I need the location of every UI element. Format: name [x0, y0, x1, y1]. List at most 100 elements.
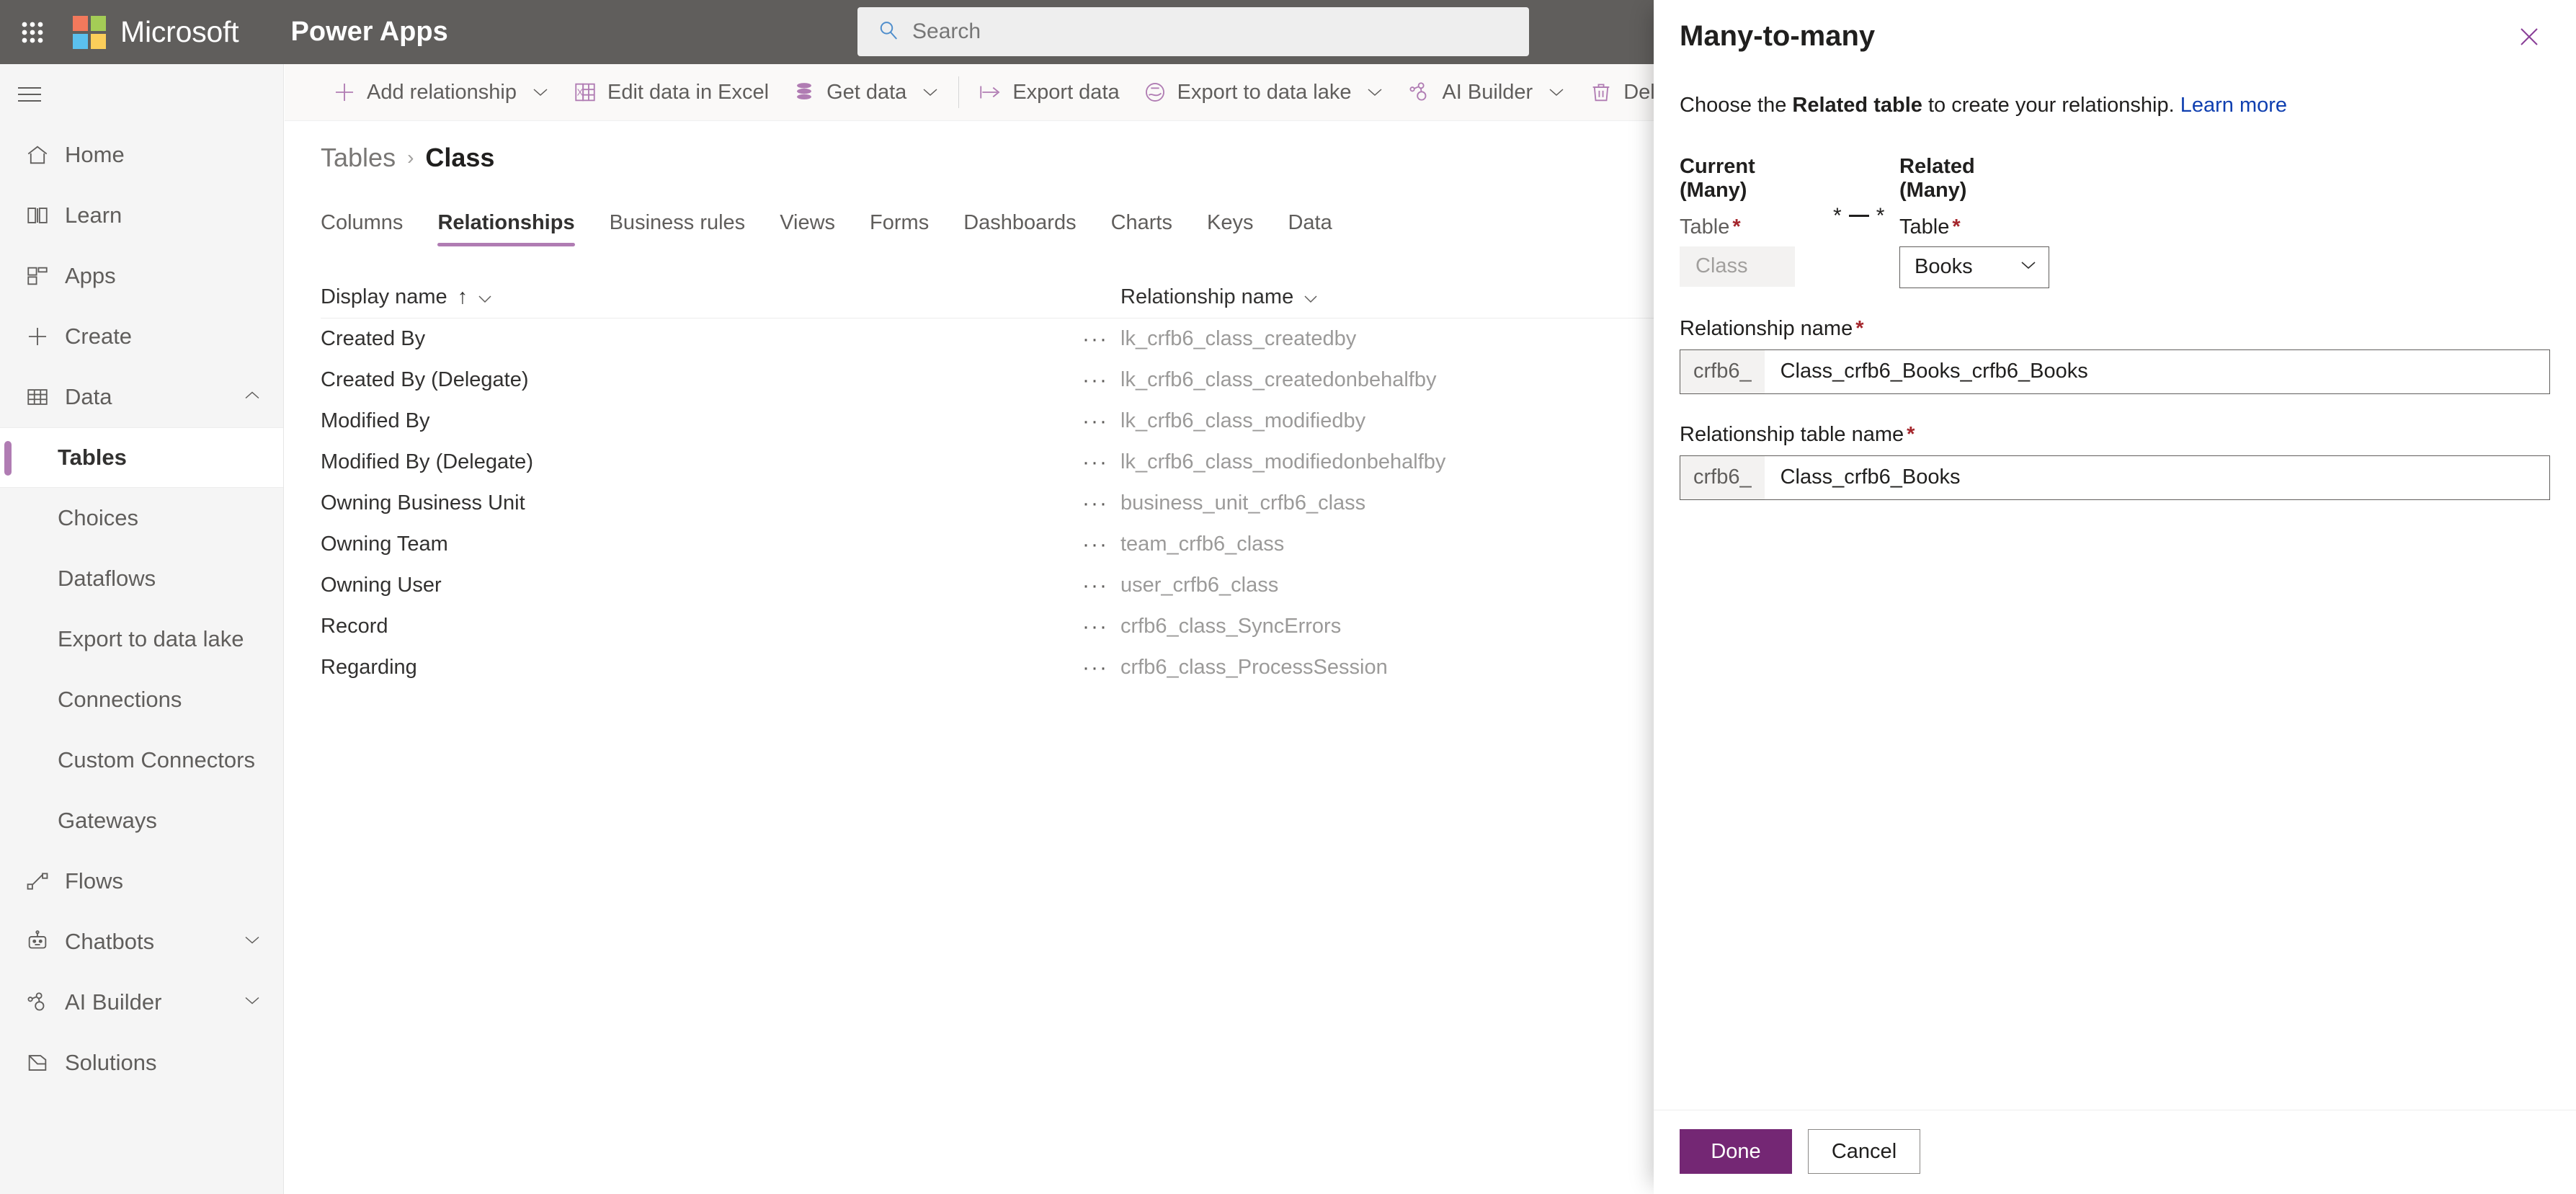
sidebar-item-flows[interactable]: Flows	[0, 851, 283, 912]
chevron-down-icon[interactable]	[1543, 86, 1566, 98]
sidebar-item-label: AI Builder	[65, 989, 162, 1015]
required-asterisk: *	[1855, 316, 1864, 340]
cell-display-name: Owning User	[321, 574, 442, 597]
book-icon	[17, 203, 58, 228]
sidebar-item-label: Create	[65, 324, 133, 349]
chevron-down-icon[interactable]	[243, 935, 262, 950]
many-to-many-panel: Many-to-many Choose the Related table to…	[1654, 0, 2576, 1194]
sidebar-item-label: Home	[65, 142, 125, 167]
chevron-down-icon[interactable]	[527, 86, 550, 98]
page-title: Class	[425, 143, 495, 172]
cell-relationship-name: lk_crfb6_class_modifiedby	[1120, 409, 1366, 432]
command-ai-builder[interactable]: AI Builder	[1396, 64, 1577, 120]
sidebar-selection-indicator	[4, 441, 12, 476]
row-overflow-menu-icon[interactable]: ···	[1082, 368, 1108, 392]
sidebar-item-ai-builder[interactable]: AI Builder	[0, 972, 283, 1033]
global-search[interactable]: Search	[857, 7, 1529, 56]
sidebar-item-learn[interactable]: Learn	[0, 185, 283, 246]
sidebar-item-label: Choices	[58, 505, 138, 530]
plus-icon	[17, 324, 58, 349]
command-get-data[interactable]: Get data	[780, 64, 951, 120]
related-table-dropdown[interactable]: Books	[1899, 246, 2049, 288]
relationship-name-label-text: Relationship name	[1680, 316, 1853, 340]
relationship-name-label: Relationship name *	[1680, 317, 2550, 341]
current-many-column: Current (Many) Table * Class	[1680, 155, 1827, 288]
chevron-up-icon[interactable]	[243, 390, 262, 405]
cell-relationship-name: lk_crfb6_class_createdby	[1120, 327, 1357, 350]
required-asterisk: *	[1952, 215, 1961, 239]
required-asterisk: *	[1732, 215, 1741, 239]
sidebar-item-choices[interactable]: Choices	[0, 488, 283, 548]
cell-relationship-name: crfb6_class_SyncErrors	[1120, 615, 1342, 638]
relationship-name-input[interactable]: crfb6_ Class_crfb6_Books_crfb6_Books	[1680, 349, 2550, 394]
tab-columns[interactable]: Columns	[321, 211, 420, 246]
command-label: Get data	[826, 80, 907, 104]
panel-header: Many-to-many	[1654, 0, 2576, 56]
tab-relationships[interactable]: Relationships	[420, 211, 592, 246]
column-header-display-name-label: Display name	[321, 285, 447, 308]
command-label: Export to data lake	[1177, 80, 1352, 104]
sidebar-item-data[interactable]: Data	[0, 367, 283, 427]
row-overflow-menu-icon[interactable]: ···	[1082, 491, 1108, 515]
tab-data[interactable]: Data	[1270, 211, 1349, 246]
relationship-table-name-value: Class_crfb6_Books	[1780, 465, 1961, 489]
chevron-down-icon[interactable]	[917, 86, 940, 98]
cancel-button[interactable]: Cancel	[1808, 1129, 1920, 1174]
row-overflow-menu-icon[interactable]: ···	[1082, 450, 1108, 474]
sidebar-item-create[interactable]: Create	[0, 306, 283, 367]
done-button[interactable]: Done	[1680, 1129, 1792, 1174]
relationship-table-name-input[interactable]: crfb6_ Class_crfb6_Books	[1680, 455, 2550, 500]
sidebar-item-custom-connectors[interactable]: Custom Connectors	[0, 730, 283, 790]
ai-builder-icon	[17, 990, 58, 1015]
sidebar-item-chatbots[interactable]: Chatbots	[0, 912, 283, 972]
sidebar-item-solutions[interactable]: Solutions	[0, 1033, 283, 1093]
command-export-to-data-lake[interactable]: Export to data lake	[1131, 64, 1396, 120]
sidebar-item-home[interactable]: Home	[0, 125, 283, 185]
microsoft-logo[interactable]: Microsoft	[73, 15, 239, 49]
row-overflow-menu-icon[interactable]: ···	[1082, 615, 1108, 638]
column-header-relationship-name-label: Relationship name	[1120, 285, 1294, 308]
chevron-down-icon[interactable]	[2020, 260, 2037, 274]
relationship-table-name-prefix: crfb6_	[1680, 455, 1765, 499]
row-overflow-menu-icon[interactable]: ···	[1082, 409, 1108, 433]
tab-keys[interactable]: Keys	[1190, 211, 1270, 246]
panel-description-suffix: to create your relationship.	[1922, 94, 2180, 117]
sidebar-item-export-to-data-lake[interactable]: Export to data lake	[0, 609, 283, 669]
close-icon[interactable]	[2514, 20, 2544, 56]
row-overflow-menu-icon[interactable]: ···	[1082, 656, 1108, 680]
app-launcher-icon[interactable]	[0, 0, 64, 64]
hamburger-menu-icon[interactable]	[0, 64, 283, 125]
microsoft-squares-icon	[73, 15, 106, 49]
cell-display-name: Regarding	[321, 656, 417, 679]
learn-more-link[interactable]: Learn more	[2180, 94, 2287, 117]
search-icon	[878, 19, 899, 45]
chevron-down-icon[interactable]	[243, 995, 262, 1010]
tab-business-rules[interactable]: Business rules	[592, 211, 763, 246]
command-add-relationship[interactable]: Add relationship	[321, 64, 561, 120]
command-edit-data-in-excel[interactable]: X Edit data in Excel	[561, 64, 780, 120]
sidebar-item-apps[interactable]: Apps	[0, 246, 283, 306]
chevron-down-icon[interactable]	[1303, 285, 1318, 309]
required-asterisk: *	[1907, 422, 1915, 446]
tab-forms[interactable]: Forms	[852, 211, 946, 246]
relationship-table-name-field: Relationship table name * crfb6_ Class_cr…	[1680, 423, 2550, 500]
tab-charts[interactable]: Charts	[1094, 211, 1190, 246]
breadcrumb-parent[interactable]: Tables	[321, 143, 396, 173]
cell-relationship-name: lk_crfb6_class_modifiedonbehalfby	[1120, 450, 1446, 473]
sidebar-item-gateways[interactable]: Gateways	[0, 790, 283, 851]
sidebar-item-dataflows[interactable]: Dataflows	[0, 548, 283, 609]
sidebar-item-label: Data	[65, 384, 112, 409]
search-input[interactable]: Search	[857, 7, 1529, 56]
row-overflow-menu-icon[interactable]: ···	[1082, 574, 1108, 597]
row-overflow-menu-icon[interactable]: ···	[1082, 327, 1108, 351]
row-overflow-menu-icon[interactable]: ···	[1082, 533, 1108, 556]
command-export-data[interactable]: Export data	[966, 64, 1131, 120]
chevron-down-icon[interactable]	[1361, 86, 1384, 98]
sidebar-item-tables[interactable]: Tables	[0, 427, 283, 488]
chevron-down-icon[interactable]	[478, 285, 492, 309]
sidebar-item-connections[interactable]: Connections	[0, 669, 283, 730]
column-header-display-name[interactable]: Display name ↑	[321, 285, 1070, 309]
tab-dashboards[interactable]: Dashboards	[946, 211, 1093, 246]
cardinality-left-star: *	[1833, 203, 1842, 228]
tab-views[interactable]: Views	[762, 211, 852, 246]
